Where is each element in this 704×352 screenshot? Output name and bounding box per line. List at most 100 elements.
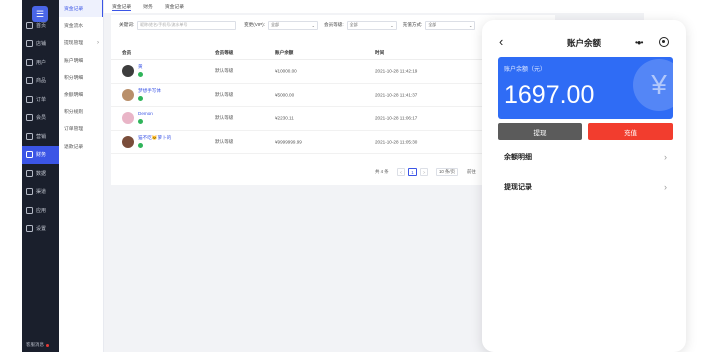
pager-goto-label: 前往	[467, 169, 476, 174]
sidebar-item-label: 数据	[36, 170, 47, 177]
method-select-value: 全部	[428, 22, 437, 27]
pager-prev-button[interactable]: <	[397, 168, 405, 176]
subnav-item-1[interactable]: 提现管理 ›	[59, 34, 103, 51]
sidebar-item-9[interactable]: 渠道	[22, 183, 59, 202]
sidebar-item-4[interactable]: 订单	[22, 90, 59, 109]
subnav-item-label: 资金流水	[64, 24, 84, 30]
sidebar-item-label: 设置	[36, 226, 47, 233]
subnav-item-4[interactable]: 余额明细	[59, 86, 103, 103]
pager-next-button[interactable]: >	[420, 168, 428, 176]
notification-dot	[46, 343, 49, 347]
level-select-value: 全部	[349, 22, 358, 27]
col-time: 时间	[375, 49, 385, 55]
cell-level: 默认等级	[215, 91, 234, 97]
cell-balance: ¥2230.11	[275, 115, 294, 121]
subnav-item-label: 余额明细	[64, 93, 84, 99]
subnav-item-5[interactable]: 积分规则	[59, 103, 103, 120]
avatar	[122, 135, 134, 148]
level-select[interactable]: 全部 ⌄	[346, 20, 397, 30]
sidebar-item-label: 商品	[36, 78, 47, 85]
chevron-down-icon: ⌄	[311, 22, 315, 28]
sidebar-item-5[interactable]: 会员	[22, 109, 59, 128]
pager-page-1[interactable]: 1	[408, 168, 417, 176]
member-name[interactable]: 猫不吃🐱萝卜的	[138, 135, 171, 141]
target-icon[interactable]	[659, 37, 669, 47]
apps-icon	[26, 206, 33, 214]
sidebar-footer[interactable]: 客服消息	[26, 342, 49, 348]
sidebar-item-6[interactable]: 营销	[22, 127, 59, 146]
subnav-item-label: 积分明细	[64, 75, 84, 81]
sidebar-item-10[interactable]: 应用	[22, 201, 59, 220]
cell-time: 2021-10-28 11:41:37	[375, 92, 418, 98]
level-label: 会员等级:	[324, 22, 344, 27]
subnav-item-active[interactable]: 资金记录	[59, 0, 103, 18]
sidebar-item-label: 订单	[36, 96, 47, 103]
type-select[interactable]: 全部 ⌄	[268, 20, 318, 30]
sub-navigation: 资金记录资金流水提现管理 › 账户明细积分明细余额明细积分规则订单管理退款记录	[59, 0, 104, 352]
withdraw-button[interactable]: 提现	[498, 123, 582, 140]
recharge-button[interactable]: 充值	[588, 123, 673, 140]
sidebar-item-8[interactable]: 数据	[22, 164, 59, 183]
sidebar: ☰ 首页 店铺 用户 商品 订单 会员 营销 财务 数据 渠道 应用 设置 客服消息	[22, 0, 59, 352]
sidebar-item-2[interactable]: 用户	[22, 53, 59, 72]
subnav-item-6[interactable]: 订单管理	[59, 120, 103, 137]
cell-level: 默认等级	[215, 138, 234, 144]
sidebar-item-label: 应用	[36, 207, 47, 214]
sidebar-item-label: 会员	[36, 115, 47, 122]
cell-balance: ¥5000.00	[275, 92, 295, 98]
sidebar-item-label: 用户	[36, 59, 47, 66]
subnav-item-label: 提现管理	[64, 41, 84, 47]
member-name[interactable]: 黄	[138, 64, 143, 70]
sidebar-item-7[interactable]: 财务	[22, 145, 59, 164]
wechat-icon	[138, 142, 143, 148]
subnav-item-2[interactable]: 账户明细	[59, 52, 103, 69]
withdraw-record-row[interactable]: 提现记录 ›	[498, 174, 673, 200]
subnav-item-3[interactable]: 积分明细	[59, 69, 103, 86]
chevron-down-icon: ⌄	[468, 22, 473, 28]
cell-balance: ¥10000.00	[275, 68, 297, 74]
avatar	[122, 65, 134, 77]
sidebar-nav: 首页店铺用户商品订单会员营销 财务数据渠道应用设置	[22, 16, 59, 238]
sidebar-footer-label: 客服消息	[26, 342, 44, 347]
sidebar-item-1[interactable]: 店铺	[22, 35, 59, 54]
cell-level: 默认等级	[215, 115, 234, 121]
member-icon	[26, 114, 33, 122]
chevron-down-icon: ⌄	[390, 22, 394, 28]
sidebar-item-label: 渠道	[36, 189, 47, 196]
tab-finance[interactable]: 财务	[143, 3, 153, 10]
subnav-item-label: 积分规则	[64, 110, 84, 116]
member-name[interactable]: Demon	[138, 111, 153, 116]
keyword-input[interactable]: 昵称/姓名/手机号/流水单号	[137, 20, 237, 30]
avatar	[122, 112, 134, 124]
balance-label: 账户余额（元）	[504, 67, 547, 73]
sidebar-item-11[interactable]: 设置	[22, 220, 59, 239]
subnav-item-0[interactable]: 资金流水	[59, 17, 103, 34]
method-select[interactable]: 全部 ⌄	[425, 20, 476, 30]
more-icon[interactable]: •●•	[635, 39, 644, 47]
home-icon	[26, 21, 33, 29]
finance-icon	[26, 151, 33, 159]
tab-funds-record[interactable]: 资金记录	[112, 3, 132, 11]
pager-total: 共 4 条	[375, 169, 389, 174]
pager-size-select[interactable]: 10 条/页	[436, 168, 458, 176]
chevron-right-icon: ›	[664, 182, 667, 192]
phone-panel: ‹ 账户余额 •●• 账户余额（元） 1697.00 ¥ 提现 充值 余额明细 …	[482, 20, 686, 352]
subnav-item-label: 退款记录	[64, 144, 84, 150]
balance-detail-row[interactable]: 余额明细 ›	[498, 144, 673, 170]
col-balance: 账户余额	[275, 49, 294, 55]
subnav-item-7[interactable]: 退款记录	[59, 138, 103, 155]
yen-icon: ¥	[633, 59, 673, 111]
sidebar-item-3[interactable]: 商品	[22, 72, 59, 91]
cell-balance: ¥9999999.99	[275, 139, 302, 145]
sidebar-item-0[interactable]: 首页	[22, 16, 59, 35]
marketing-icon	[26, 132, 33, 140]
type-select-value: 全部	[271, 22, 279, 27]
withdraw-record-label: 提现记录	[504, 184, 532, 191]
member-name[interactable]: 梦想手写体	[138, 88, 161, 94]
channel-icon	[26, 188, 33, 196]
store-icon	[26, 40, 33, 48]
tab-funds-record-2[interactable]: 资金记录	[165, 3, 184, 10]
data-icon	[26, 169, 33, 177]
phone-page-title: 账户余额	[566, 38, 601, 48]
sidebar-item-label: 首页	[36, 22, 47, 29]
